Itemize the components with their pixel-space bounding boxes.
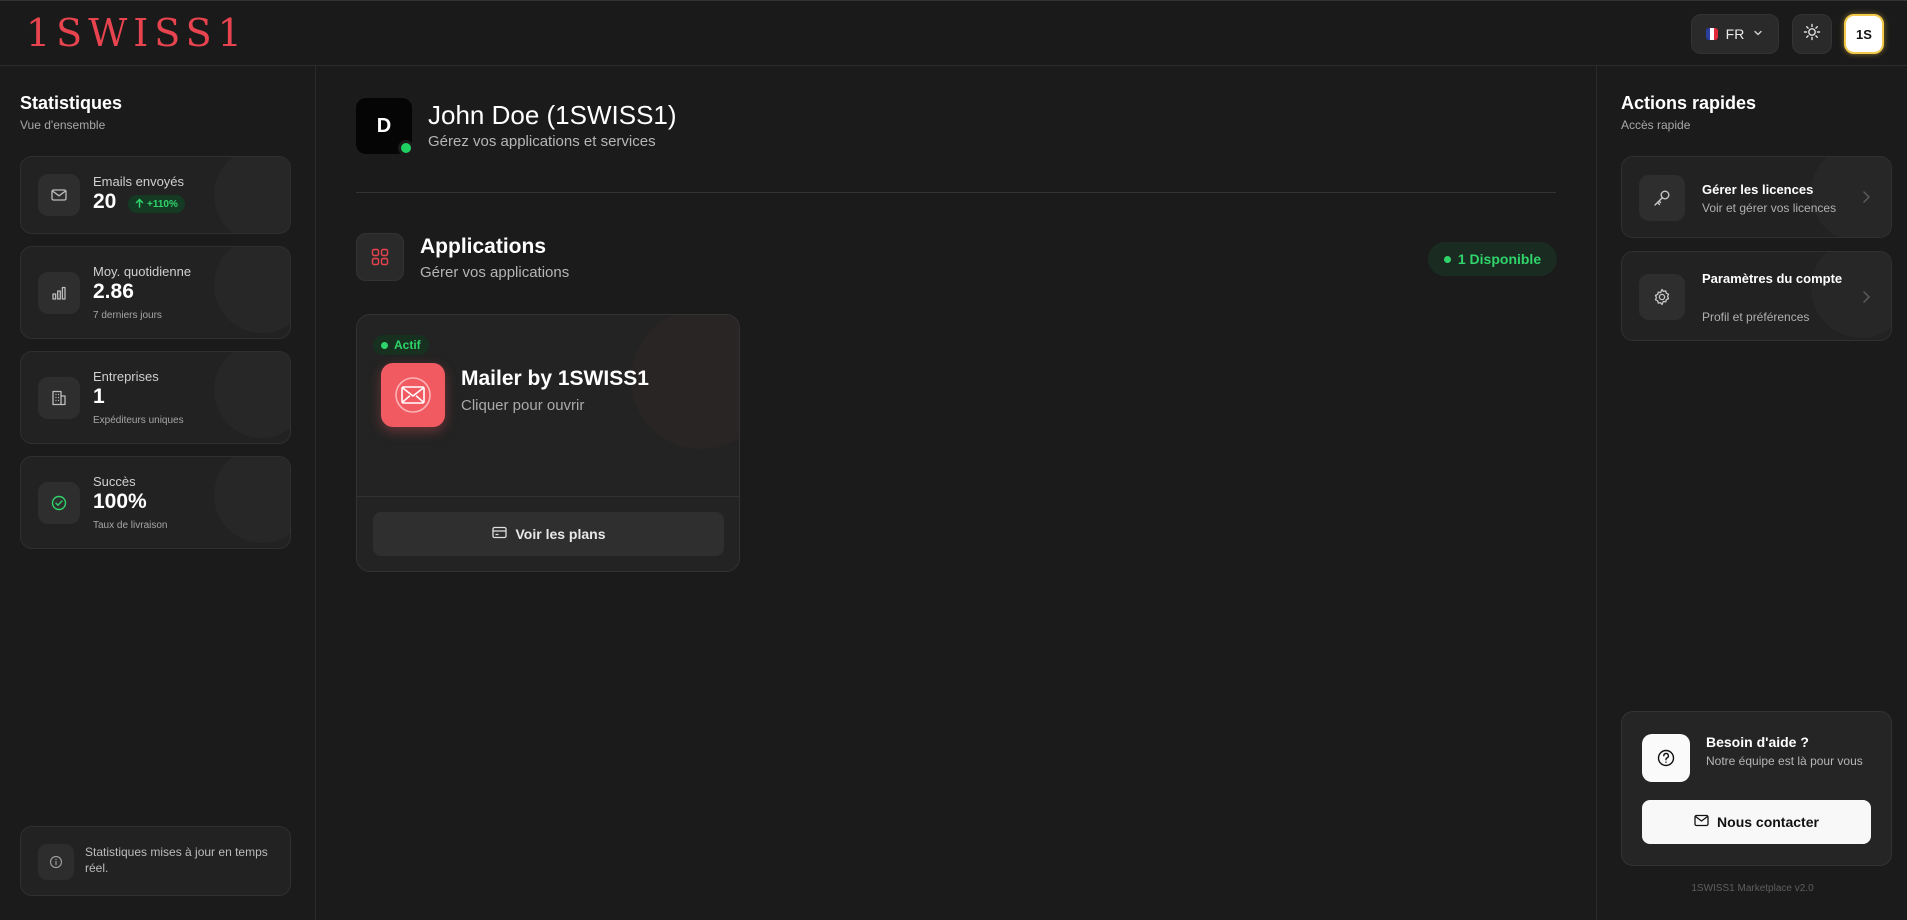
view-plans-button[interactable]: Voir les plans — [373, 512, 724, 556]
sun-icon — [1803, 23, 1821, 46]
card-decoration — [214, 352, 290, 438]
stat-card-success: Succès 100% Taux de livraison — [20, 456, 291, 549]
stat-label: Moy. quotidienne — [93, 264, 192, 279]
app-open-hint: Cliquer pour ouvrir — [461, 397, 585, 414]
gear-icon — [1639, 274, 1685, 320]
online-status-dot — [398, 140, 414, 156]
stat-value: 1 — [93, 385, 105, 408]
theme-toggle-button[interactable] — [1792, 14, 1832, 54]
stat-value: 100% — [93, 490, 147, 513]
quick-actions-title: Actions rapides — [1621, 93, 1757, 113]
app-status-label: Actif — [394, 338, 421, 352]
credit-card-icon — [491, 526, 507, 542]
top-bar: 1SWISS1 FR 1S — [0, 0, 1907, 66]
check-circle-icon — [38, 482, 80, 524]
stat-label: Entreprises — [93, 369, 159, 384]
card-decoration — [214, 457, 290, 543]
stats-subtitle: Vue d'ensemble — [20, 118, 106, 132]
chevron-right-icon — [1861, 190, 1871, 209]
app-name: Mailer by 1SWISS1 — [461, 367, 649, 390]
chevron-right-icon — [1861, 290, 1871, 309]
action-label: Paramètres du compte — [1702, 271, 1843, 286]
action-label: Gérer les licences — [1702, 182, 1814, 197]
stat-note: Taux de livraison — [93, 520, 168, 531]
language-selector[interactable]: FR — [1691, 14, 1779, 54]
applications-title: Applications — [420, 235, 547, 258]
language-label: FR — [1725, 26, 1745, 42]
app-status-badge: Actif — [373, 335, 429, 355]
available-badge: 1 Disponible — [1428, 242, 1557, 276]
stats-title: Statistiques — [20, 93, 123, 113]
stat-label: Emails envoyés — [93, 174, 185, 189]
quick-actions-subtitle: Accès rapide — [1621, 118, 1691, 132]
help-circle-icon — [1642, 734, 1690, 782]
trend-badge: +110% — [128, 195, 185, 213]
bar-chart-icon — [38, 272, 80, 314]
card-decoration — [214, 247, 290, 333]
manage-licenses-action[interactable]: Gérer les licences Voir et gérer vos lic… — [1621, 156, 1892, 238]
key-icon — [1639, 175, 1685, 221]
stat-value: 2.86 — [93, 280, 134, 303]
action-description: Voir et gérer vos licences — [1702, 201, 1837, 215]
stat-card-daily-average: Moy. quotidienne 2.86 7 derniers jours — [20, 246, 291, 339]
help-subtitle: Notre équipe est là pour vous — [1706, 754, 1863, 768]
card-decoration — [214, 157, 290, 233]
action-description: Profil et préférences — [1702, 310, 1810, 324]
chevron-down-icon — [1752, 26, 1764, 42]
help-card: Besoin d'aide ? Notre équipe est là pour… — [1621, 711, 1892, 866]
brand-logo[interactable]: 1SWISS1 — [26, 13, 248, 53]
stat-label: Succès — [93, 474, 136, 489]
card-decoration — [1811, 252, 1891, 338]
app-card-mailer[interactable]: Actif Mailer by 1SWISS1 Cliquer pour ouv… — [356, 314, 740, 572]
mail-icon — [38, 174, 80, 216]
help-title: Besoin d'aide ? — [1706, 734, 1809, 750]
france-flag-icon — [1705, 28, 1718, 40]
trend-value: +110% — [147, 198, 178, 210]
applications-subtitle: Gérer vos applications — [420, 264, 570, 281]
stats-update-note: Statistiques mises à jour en temps réel. — [20, 826, 291, 896]
view-plans-label: Voir les plans — [515, 526, 606, 542]
stats-sidebar: Statistiques Vue d'ensemble Emails envoy… — [0, 66, 316, 920]
mailer-app-icon — [381, 363, 445, 427]
user-avatar-button[interactable]: 1S — [1844, 14, 1884, 54]
stats-footer-text: Statistiques mises à jour en temps réel. — [85, 845, 268, 875]
arrow-up-icon — [135, 197, 144, 211]
stat-value: 20 — [93, 190, 117, 213]
user-name: John Doe (1SWISS1) — [428, 100, 677, 130]
account-settings-action[interactable]: Paramètres du compte Profil et préférenc… — [1621, 251, 1892, 341]
building-icon — [38, 377, 80, 419]
main-content: D John Doe (1SWISS1) Gérez vos applicati… — [316, 66, 1596, 920]
section-divider — [356, 192, 1556, 193]
version-label: 1SWISS1 Marketplace v2.0 — [1691, 883, 1814, 894]
mail-icon — [1694, 814, 1709, 830]
user-subtitle: Gérez vos applications et services — [428, 133, 656, 150]
grid-icon — [356, 233, 404, 281]
stat-note: 7 derniers jours — [93, 310, 162, 321]
available-count: 1 Disponible — [1457, 251, 1542, 267]
card-divider — [357, 496, 739, 497]
stat-card-emails: Emails envoyés 20 +110% — [20, 156, 291, 234]
stat-card-companies: Entreprises 1 Expéditeurs uniques — [20, 351, 291, 444]
status-dot — [1443, 255, 1451, 263]
info-icon — [38, 844, 74, 880]
contact-us-button[interactable]: Nous contacter — [1642, 800, 1871, 844]
quick-actions-sidebar: Actions rapides Accès rapide Gérer les l… — [1596, 66, 1907, 920]
status-dot — [381, 341, 388, 349]
contact-us-label: Nous contacter — [1717, 814, 1819, 830]
stat-note: Expéditeurs uniques — [93, 415, 184, 426]
